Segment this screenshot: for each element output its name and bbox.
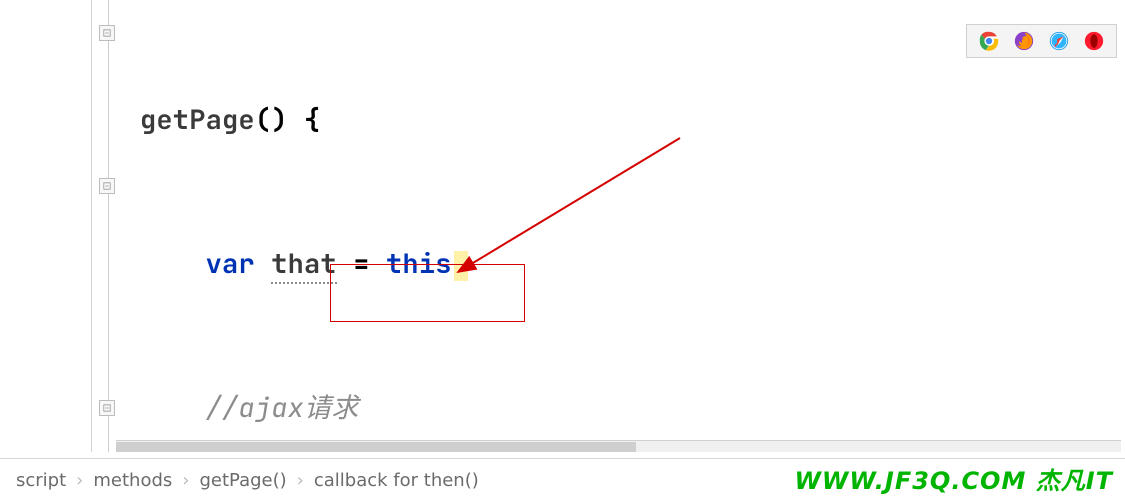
fold-icon[interactable] bbox=[99, 178, 115, 194]
fold-icon[interactable] bbox=[99, 400, 115, 416]
crumb-methods[interactable]: methods bbox=[89, 470, 176, 491]
comment: //ajax请求 bbox=[206, 390, 359, 426]
crumb-callback[interactable]: callback for then() bbox=[310, 470, 483, 491]
keyword-this: this bbox=[386, 246, 452, 282]
watermark: WWW.JF3Q.COM 杰凡IT bbox=[794, 461, 1113, 496]
browser-toolbar bbox=[966, 24, 1117, 58]
chevron-right-icon: › bbox=[70, 470, 89, 491]
safari-icon[interactable] bbox=[1048, 30, 1070, 52]
scrollbar-thumb[interactable] bbox=[116, 442, 636, 452]
firefox-icon[interactable] bbox=[1013, 30, 1035, 52]
code-text: () { bbox=[255, 102, 321, 138]
code-content[interactable]: getPage() { var that = this //ajax请求 axi… bbox=[140, 0, 1125, 458]
identifier-that: that bbox=[271, 246, 337, 284]
code-text: = bbox=[337, 246, 386, 282]
crumb-script[interactable]: script bbox=[12, 470, 70, 491]
horizontal-scrollbar[interactable] bbox=[116, 440, 1121, 452]
crumb-getpage[interactable]: getPage() bbox=[195, 470, 290, 491]
code-editor[interactable]: getPage() { var that = this //ajax请求 axi… bbox=[0, 0, 1125, 458]
keyword-var: var bbox=[206, 246, 255, 282]
fold-track bbox=[108, 0, 109, 452]
fold-icon[interactable] bbox=[99, 25, 115, 41]
caret-highlight bbox=[454, 251, 468, 281]
chevron-right-icon: › bbox=[291, 470, 310, 491]
gutter bbox=[0, 0, 92, 452]
chevron-right-icon: › bbox=[176, 470, 195, 491]
opera-icon[interactable] bbox=[1083, 30, 1105, 52]
method-name: getPage bbox=[140, 102, 255, 138]
chrome-icon[interactable] bbox=[978, 30, 1000, 52]
